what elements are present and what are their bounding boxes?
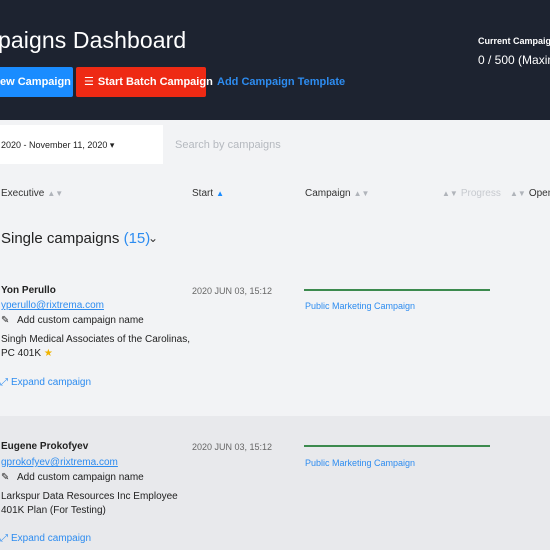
- group-title-label: Single campaigns: [1, 230, 120, 247]
- sort-asc-icon: ▲: [216, 189, 225, 198]
- table-row: Yon Perullo yperullo@rixtrema.com ✎ Add c…: [0, 262, 550, 416]
- campaign-name-link[interactable]: Public Marketing Campaign: [305, 301, 415, 311]
- expand-icon: ⤢: [0, 533, 8, 544]
- company-name: Singh Medical Associates of the Carolina…: [1, 333, 196, 361]
- executive-name: Eugene Prokofyev: [1, 441, 89, 452]
- executive-header-label: Executive: [1, 188, 45, 199]
- current-campaigns-label: Current Campaig: [478, 36, 550, 46]
- add-custom-campaign-name[interactable]: ✎ Add custom campaign name: [1, 472, 144, 483]
- expand-campaign-link[interactable]: ⤢ Expand campaign: [0, 377, 91, 388]
- search-placeholder: Search by campaigns: [175, 139, 281, 151]
- add-custom-label: Add custom campaign name: [17, 472, 144, 483]
- progress-bar: [304, 289, 490, 291]
- column-header-executive[interactable]: Executive ▲▼: [1, 188, 63, 199]
- list-icon: ☰: [84, 76, 94, 88]
- column-header-opened[interactable]: ▲▼Opene: [510, 188, 550, 199]
- table-row: Eugene Prokofyev gprokofyev@rixtrema.com…: [0, 416, 550, 550]
- executive-name: Yon Perullo: [1, 285, 56, 296]
- progress-bar: [304, 445, 490, 447]
- start-date: 2020 JUN 03, 15:12: [192, 286, 273, 296]
- star-icon: ★: [43, 348, 53, 359]
- pencil-icon: ✎: [1, 472, 10, 483]
- expand-campaign-link[interactable]: ⤢ Expand campaign: [0, 533, 91, 544]
- sort-icon: ▲▼: [47, 189, 64, 198]
- expand-label: Expand campaign: [11, 533, 92, 544]
- current-campaigns-value: 0 / 500 (Maxim: [478, 53, 550, 67]
- add-custom-campaign-name[interactable]: ✎ Add custom campaign name: [1, 315, 144, 326]
- dashboard-header: paigns Dashboard ew Campaign ☰ Start Batc…: [0, 0, 550, 120]
- progress-header-label: Progress: [460, 188, 501, 199]
- company-text: Singh Medical Associates of the Carolina…: [1, 334, 190, 359]
- date-range-text: 2020 - November 11, 2020: [1, 140, 108, 150]
- column-header-campaign[interactable]: Campaign ▲▼: [305, 188, 369, 199]
- executive-email-link[interactable]: gprokofyev@rixtrema.com: [1, 457, 118, 468]
- campaign-name-link[interactable]: Public Marketing Campaign: [305, 458, 415, 468]
- sort-icon: ▲▼: [510, 189, 526, 198]
- new-campaign-button[interactable]: ew Campaign: [0, 67, 73, 97]
- column-header-start[interactable]: Start ▲: [192, 188, 224, 199]
- pencil-icon: ✎: [1, 315, 10, 326]
- start-date: 2020 JUN 03, 15:12: [192, 442, 273, 452]
- sort-icon: ▲▼: [353, 189, 370, 198]
- start-batch-campaign-button[interactable]: ☰ Start Batch Campaign: [76, 67, 213, 97]
- expand-label: Expand campaign: [11, 377, 92, 388]
- opened-header-label: Opene: [528, 188, 550, 199]
- company-name: Larkspur Data Resources Inc Employee 401…: [1, 491, 178, 516]
- start-batch-campaign-label: Start Batch Campaign: [97, 76, 213, 88]
- expand-icon: ⤢: [0, 377, 8, 388]
- start-header-label: Start: [192, 188, 214, 199]
- page-title: paigns Dashboard: [0, 27, 187, 53]
- add-campaign-template-link[interactable]: Add Campaign Template: [217, 76, 345, 88]
- sort-icon: ▲▼: [442, 189, 458, 198]
- campaign-header-label: Campaign: [305, 188, 351, 199]
- column-header-progress[interactable]: ▲▼ Progress: [442, 188, 501, 199]
- group-count: (15): [123, 230, 151, 247]
- chevron-down-icon[interactable]: ⌄: [148, 231, 158, 245]
- caret-down-icon: ▾: [109, 140, 115, 150]
- group-title: Single campaigns (15): [1, 230, 150, 247]
- add-custom-label: Add custom campaign name: [17, 315, 144, 326]
- executive-email-link[interactable]: yperullo@rixtrema.com: [1, 300, 104, 311]
- date-range-value[interactable]: 2020 - November 11, 2020 ▾: [1, 140, 114, 151]
